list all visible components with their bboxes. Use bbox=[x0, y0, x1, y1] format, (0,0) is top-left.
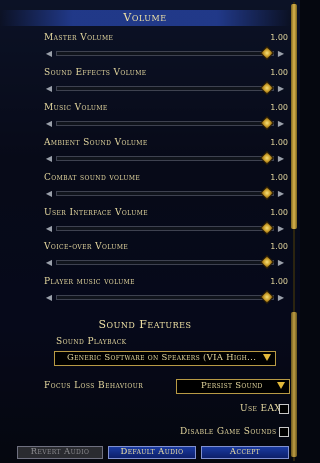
sound-features-header: Sound Features bbox=[98, 318, 192, 331]
triangle-down-icon bbox=[277, 382, 285, 389]
volume-slider[interactable]: ◀ ▶ bbox=[44, 45, 286, 61]
disable-game-sounds-checkbox[interactable] bbox=[279, 427, 289, 437]
slider-track[interactable] bbox=[56, 51, 274, 56]
diamond-knob-icon[interactable] bbox=[259, 115, 275, 130]
scrollbar[interactable] bbox=[291, 2, 297, 461]
sound-playback-dropdown[interactable]: Generic Software on Speakers (VIA High..… bbox=[54, 351, 276, 366]
diamond-knob-icon[interactable] bbox=[259, 150, 275, 165]
volume-slider[interactable]: ◀ ▶ bbox=[44, 185, 286, 200]
arrow-left-icon[interactable]: ◀ bbox=[44, 153, 54, 164]
slider-value: 1.00 bbox=[270, 102, 288, 112]
diamond-knob-icon[interactable] bbox=[259, 185, 275, 200]
diamond-knob-icon[interactable] bbox=[259, 220, 275, 235]
arrow-left-icon[interactable]: ◀ bbox=[44, 292, 54, 303]
default-audio-button[interactable]: Default Audio bbox=[108, 446, 196, 459]
use-eax-label: Use EAX bbox=[240, 404, 282, 414]
focus-loss-value: Persist Sound bbox=[201, 381, 263, 391]
scrollbar-thumb[interactable] bbox=[291, 4, 297, 229]
slider-value: 1.00 bbox=[270, 242, 288, 252]
revert-audio-button[interactable]: Revert Audio bbox=[17, 446, 103, 459]
slider-label: Voice-over Volume bbox=[44, 242, 129, 253]
slider-label: Master Volume bbox=[44, 33, 114, 43]
arrow-right-icon[interactable]: ▶ bbox=[276, 48, 286, 59]
arrow-left-icon[interactable]: ◀ bbox=[44, 48, 54, 59]
slider-label: Music Volume bbox=[44, 102, 108, 113]
volume-slider[interactable]: ◀ ▶ bbox=[44, 80, 286, 95]
volume-slider[interactable]: ◀ ▶ bbox=[44, 255, 286, 270]
arrow-left-icon[interactable]: ◀ bbox=[44, 257, 54, 268]
slider-track[interactable] bbox=[56, 85, 274, 91]
slider-track[interactable] bbox=[56, 260, 274, 266]
slider-value: 1.00 bbox=[270, 67, 288, 77]
slider-track[interactable] bbox=[56, 225, 274, 231]
volume-slider[interactable]: ◀ ▶ bbox=[44, 290, 286, 305]
arrow-left-icon[interactable]: ◀ bbox=[44, 118, 54, 129]
focus-loss-dropdown[interactable]: Persist Sound bbox=[176, 379, 290, 394]
slider-label: Player music volume bbox=[44, 277, 135, 288]
arrow-left-icon[interactable]: ◀ bbox=[44, 223, 54, 234]
focus-loss-label: Focus Loss Behaviour bbox=[44, 381, 144, 391]
diamond-knob-icon[interactable] bbox=[259, 80, 275, 95]
volume-slider[interactable]: ◀ ▶ bbox=[44, 220, 286, 235]
diamond-knob-icon[interactable] bbox=[259, 290, 275, 305]
volume-section-header: Volume bbox=[0, 10, 290, 26]
volume-slider[interactable]: ◀ ▶ bbox=[44, 150, 286, 165]
sound-playback-label: Sound Playback bbox=[56, 337, 127, 347]
slider-value: 1.00 bbox=[270, 137, 288, 147]
arrow-right-icon[interactable]: ▶ bbox=[276, 118, 286, 129]
accept-button[interactable]: Accept bbox=[201, 446, 289, 459]
arrow-right-icon[interactable]: ▶ bbox=[276, 257, 286, 268]
disable-game-sounds-label: Disable Game Sounds bbox=[180, 427, 277, 437]
slider-label: User Interface Volume bbox=[44, 207, 149, 218]
triangle-down-icon bbox=[263, 354, 271, 361]
slider-label: Sound Effects Volume bbox=[44, 67, 147, 78]
slider-value: 1.00 bbox=[270, 277, 288, 287]
sound-playback-value: Generic Software on Speakers (VIA High..… bbox=[67, 353, 257, 363]
arrow-right-icon[interactable]: ▶ bbox=[276, 188, 286, 199]
slider-value: 1.00 bbox=[270, 172, 288, 182]
slider-value: 1.00 bbox=[270, 33, 288, 42]
diamond-knob-icon[interactable] bbox=[259, 45, 275, 61]
slider-label: Ambient Sound Volume bbox=[44, 137, 148, 148]
audio-options-panel: Volume Master Volume 1.00 ◀ ▶ Sound Effects … bbox=[0, 0, 300, 463]
volume-slider[interactable]: ◀ ▶ bbox=[44, 115, 286, 130]
arrow-right-icon[interactable]: ▶ bbox=[276, 223, 286, 234]
slider-track[interactable] bbox=[56, 190, 274, 196]
slider-track[interactable] bbox=[56, 295, 274, 301]
diamond-knob-icon[interactable] bbox=[259, 255, 275, 270]
use-eax-checkbox[interactable] bbox=[279, 404, 289, 414]
slider-label: Combat sound volume bbox=[44, 172, 141, 183]
arrow-left-icon[interactable]: ◀ bbox=[44, 83, 54, 94]
arrow-right-icon[interactable]: ▶ bbox=[276, 292, 286, 303]
arrow-right-icon[interactable]: ▶ bbox=[276, 83, 286, 94]
arrow-left-icon[interactable]: ◀ bbox=[44, 188, 54, 199]
slider-track[interactable] bbox=[56, 120, 274, 126]
scrollbar-lower-segment bbox=[291, 312, 297, 457]
slider-track[interactable] bbox=[56, 155, 274, 161]
arrow-right-icon[interactable]: ▶ bbox=[276, 153, 286, 164]
slider-value: 1.00 bbox=[270, 207, 288, 217]
